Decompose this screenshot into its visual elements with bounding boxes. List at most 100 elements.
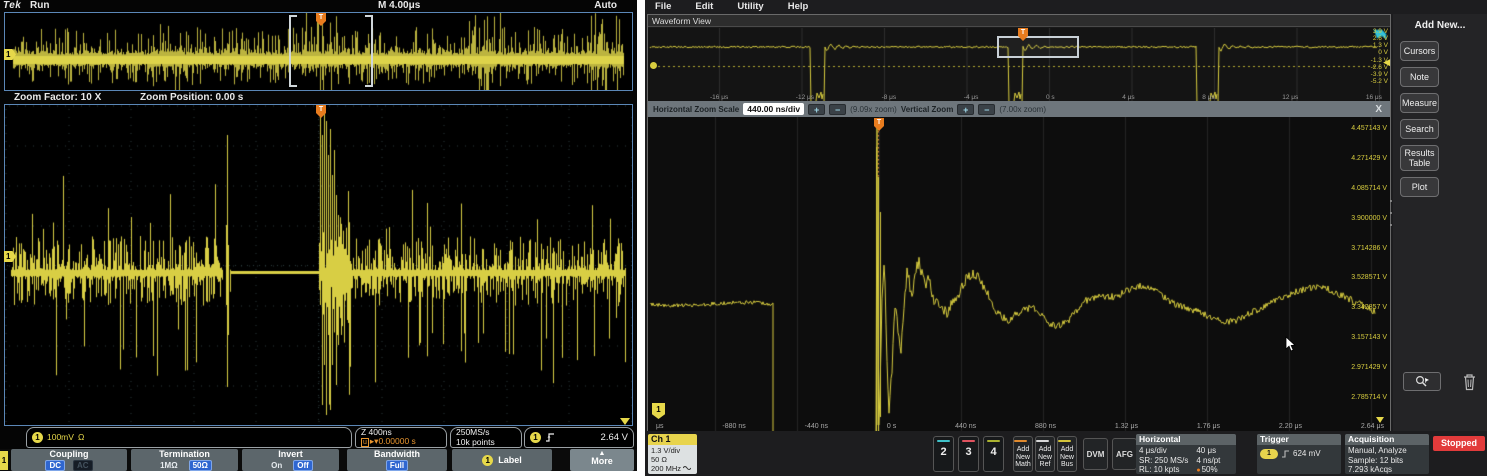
add-button-add-new-bus[interactable]: Add New Bus xyxy=(1057,436,1077,472)
h-position: ●50% xyxy=(1196,465,1220,474)
h-zoom-percent: (9.09x zoom) xyxy=(850,105,897,114)
waveform-view-title: Waveform View xyxy=(648,15,1390,27)
bandwidth-full-chip[interactable]: Full xyxy=(386,460,408,471)
left-oscilloscope-display: Tek Run M 4.00μs Auto 1 T Zoom Factor: 1… xyxy=(0,0,637,471)
invert-on-chip[interactable]: On xyxy=(268,461,285,470)
side-panel-button[interactable]: Plot xyxy=(1400,177,1439,197)
record-length: 10k points xyxy=(456,438,495,448)
magnifier-icon xyxy=(1414,375,1430,388)
acquisition-readout: 250MS/s 10k points xyxy=(450,427,522,448)
acquisition-panel[interactable]: Acquisition Manual, Analyze Sample: 12 b… xyxy=(1345,434,1429,474)
right-overview-window[interactable]: T ◀ xyxy=(648,28,1390,101)
voltage-tick-label: 2.6 V xyxy=(1373,35,1388,42)
bottom-bar: Ch 1 1.3 V/div 50 Ω 200 MHz 2 34 Add New … xyxy=(645,432,1487,476)
close-zoom-icon[interactable]: X xyxy=(1375,104,1385,115)
left-zoom-window: 1 T xyxy=(4,104,633,426)
side-panel-button[interactable]: Search xyxy=(1400,119,1439,139)
acq-mode: Manual, Analyze xyxy=(1348,446,1426,456)
zoom-bracket-right[interactable] xyxy=(365,15,373,87)
time-tick-label: 880 ns xyxy=(1035,423,1056,430)
h-zoom-scale-input[interactable]: 440.00 ns/div xyxy=(743,103,804,115)
h-zoom-in-button[interactable]: + xyxy=(808,104,825,115)
zoom-window-icon: u xyxy=(361,438,369,447)
menu-item[interactable]: File xyxy=(655,1,671,12)
voltage-tick-label: 4.085714 V xyxy=(1351,185,1387,192)
dvm-button[interactable]: DVM xyxy=(1083,438,1108,470)
voltage-tick-label: -2.6 V xyxy=(1371,64,1388,71)
channel-1-menu-tab: 1 xyxy=(0,451,8,470)
trigger-level: 2.64 V xyxy=(601,433,628,443)
channel-1-badge-panel[interactable]: Ch 1 1.3 V/div 50 Ω 200 MHz xyxy=(648,434,697,474)
zoom-info-bar: Zoom Factor: 10 X Zoom Position: 0.00 s xyxy=(0,92,637,104)
rising-edge-icon xyxy=(545,432,555,443)
button-label: 2 xyxy=(940,446,946,458)
left-readout-row: 1 100mV Ω Z 400ns u▸▾0.00000 s 250MS/s 1… xyxy=(0,427,637,449)
bandwidth-button[interactable]: Bandwidth Full xyxy=(347,449,447,471)
channel-1-badge: 1 xyxy=(32,432,43,443)
voltage-tick-label: 3.900000 V xyxy=(1351,215,1387,222)
ch1-termination: 50 Ω xyxy=(651,455,694,464)
menu-item[interactable]: Utility xyxy=(737,1,763,12)
side-panel-button[interactable]: Results Table xyxy=(1400,145,1439,171)
zoom-factor: Zoom Factor: 10 X xyxy=(14,92,101,103)
coupling-ac-chip[interactable]: AC xyxy=(73,460,93,471)
v-zoom-in-button[interactable]: + xyxy=(957,104,974,115)
trigger-source-badge: 1 xyxy=(1260,449,1278,459)
invert-off-chip[interactable]: Off xyxy=(293,460,313,471)
right-zoom-window[interactable]: T 4.457143 V4.271429 V4.085714 V3.900000… xyxy=(648,117,1390,431)
trash-icon[interactable] xyxy=(1462,373,1477,391)
label-button[interactable]: 1 Label xyxy=(452,449,552,471)
zoom-mode-button[interactable] xyxy=(1403,372,1441,391)
side-panel-button[interactable]: Note xyxy=(1400,67,1439,87)
voltage-tick-label: 3.528571 V xyxy=(1351,274,1387,281)
invert-button[interactable]: Invert On Off xyxy=(242,449,339,471)
ch1-bandwidth: 200 MHz xyxy=(651,464,694,473)
afg-button[interactable]: AFG xyxy=(1112,438,1137,470)
side-panel-button[interactable]: Cursors xyxy=(1400,41,1439,61)
voltage-tick-label: 3.9 V xyxy=(1373,28,1388,35)
add-button-add-new-ref[interactable]: Add New Ref xyxy=(1035,436,1055,472)
coupling-label: Coupling xyxy=(11,450,127,459)
invert-label: Invert xyxy=(242,450,339,459)
trigger-position-dot-icon: ● xyxy=(1196,467,1200,474)
stopped-badge[interactable]: Stopped xyxy=(1433,436,1485,451)
side-panel-buttons: Cursors Note Measure Search Results Table Plo… xyxy=(1393,31,1487,197)
channel-button-4[interactable]: 4 xyxy=(983,436,1004,472)
bandwidth-label: Bandwidth xyxy=(347,450,447,459)
button-label: Add New Ref xyxy=(1038,446,1052,468)
coupling-button[interactable]: Coupling DC AC xyxy=(11,449,127,471)
v-zoom-out-button[interactable]: − xyxy=(978,104,995,115)
trigger-readout: 1 2.64 V xyxy=(524,427,634,448)
channel-color-strip xyxy=(962,440,975,442)
voltage-tick-label: 4.271429 V xyxy=(1351,155,1387,162)
termination-50-chip[interactable]: 50Ω xyxy=(189,460,212,471)
menu-item[interactable]: Help xyxy=(788,1,809,12)
termination-1m-chip[interactable]: 1MΩ xyxy=(157,461,181,470)
right-oscilloscope-display: File Edit Utility Help Waveform View T ◀ 3.… xyxy=(645,0,1487,476)
channel-color-strip xyxy=(987,440,1000,442)
zoom-bracket-left[interactable] xyxy=(289,15,297,87)
trigger-title: Trigger xyxy=(1257,434,1341,445)
right-zoom-waveform[interactable] xyxy=(648,117,1390,431)
channel-button-3[interactable]: 3 xyxy=(958,436,979,472)
voltage-tick-label: 1.3 V xyxy=(1373,42,1388,49)
voltage-tick-label: 3.714286 V xyxy=(1351,245,1387,252)
h-resolution: 4 ns/pt xyxy=(1196,456,1220,466)
trigger-panel[interactable]: Trigger 1 624 mV xyxy=(1257,434,1341,474)
side-panel-button[interactable]: Measure xyxy=(1400,93,1439,113)
h-zoom-out-button[interactable]: − xyxy=(829,104,846,115)
button-label: 3 xyxy=(965,446,971,458)
termination-button[interactable]: Termination 1MΩ 50Ω xyxy=(131,449,238,471)
more-button[interactable]: ▲ More xyxy=(570,449,634,471)
zoom-window-box[interactable] xyxy=(997,36,1079,58)
overview-voltage-axis: 3.9 V2.6 V1.3 V0 V-1.3 V-2.6 V-3.9 V-5.2… xyxy=(1371,28,1388,85)
coupling-dc-chip[interactable]: DC xyxy=(45,460,65,471)
add-button-add-new-math[interactable]: Add New Math xyxy=(1013,436,1033,472)
channel-1-badge: 1 xyxy=(530,432,541,443)
menu-bar: File Edit Utility Help xyxy=(645,0,1487,13)
menu-item[interactable]: Edit xyxy=(695,1,713,12)
trigger-level: 624 mV xyxy=(1293,449,1321,459)
channel-1-settings: 1.3 V/div 50 Ω 200 MHz xyxy=(648,445,697,474)
channel-button-2[interactable]: 2 xyxy=(933,436,954,472)
horizontal-panel[interactable]: Horizontal 4 μs/div SR: 250 MS/s RL: 10 … xyxy=(1136,434,1236,474)
